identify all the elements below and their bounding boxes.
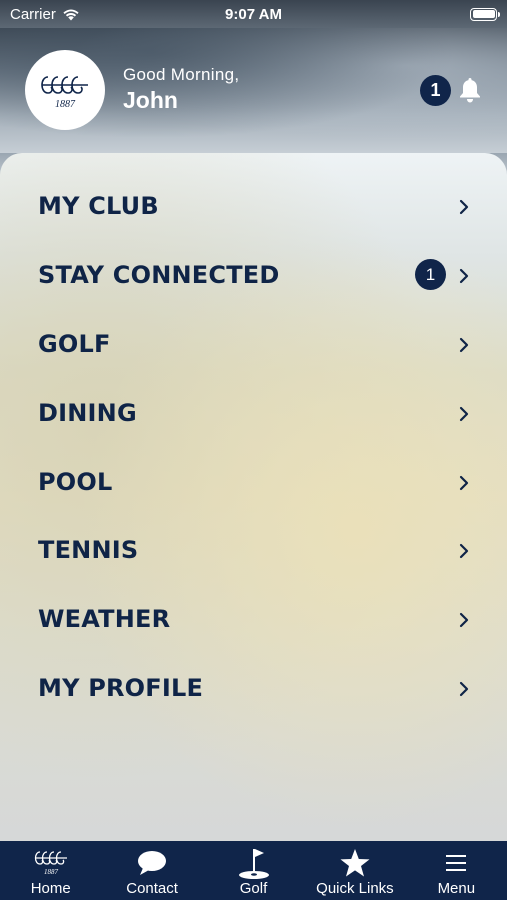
chevron-right-icon (459, 612, 469, 628)
tab-label: Home (30, 880, 71, 897)
menu-item-label: POOL (38, 468, 113, 496)
menu-item-label: TENNIS (38, 536, 139, 564)
chat-bubble-icon (137, 846, 167, 880)
header: 1887 Good Morning, John 1 (0, 28, 507, 153)
status-left: Carrier (10, 6, 80, 23)
svg-text:1887: 1887 (44, 868, 59, 876)
chevron-right-icon (459, 475, 469, 491)
carrier-label: Carrier (10, 5, 56, 23)
tab-contact[interactable]: Contact (101, 841, 202, 900)
menu-item-stay-connected[interactable]: STAY CONNECTED 1 (0, 245, 507, 305)
bell-icon[interactable] (458, 76, 482, 104)
battery-icon (470, 7, 500, 21)
menu-item-golf[interactable]: GOLF (0, 314, 507, 374)
tab-label: Contact (126, 880, 178, 897)
menu-item-label: DINING (38, 399, 137, 427)
menu-item-label: MY PROFILE (38, 674, 204, 702)
club-logo[interactable]: 1887 (25, 50, 105, 130)
club-logo-icon: 1887 (33, 846, 69, 880)
tab-golf[interactable]: Golf (203, 841, 304, 900)
stay-connected-badge: 1 (415, 259, 446, 290)
menu-item-my-club[interactable]: MY CLUB (0, 176, 507, 236)
tab-quick-links[interactable]: Quick Links (304, 841, 405, 900)
tab-home[interactable]: 1887 Home (0, 841, 101, 900)
bottom-tab-bar: 1887 Home Contact Golf Quick Links Menu (0, 841, 507, 900)
chevron-right-icon (459, 406, 469, 422)
menu-item-dining[interactable]: DINING (0, 383, 507, 443)
main-menu-panel: MY CLUB STAY CONNECTED 1 GOLF DINING POO… (0, 153, 507, 841)
menu-item-my-profile[interactable]: MY PROFILE (0, 658, 507, 718)
user-name: John (123, 87, 178, 113)
menu-item-tennis[interactable]: TENNIS (0, 520, 507, 580)
club-monogram-icon (41, 75, 88, 94)
club-year: 1887 (55, 98, 75, 110)
chevron-right-icon (459, 681, 469, 697)
chevron-right-icon (459, 268, 469, 284)
menu-item-weather[interactable]: WEATHER (0, 589, 507, 649)
greeting-text: Good Morning, (123, 65, 240, 84)
wifi-icon (63, 9, 79, 20)
menu-item-label: STAY CONNECTED (38, 261, 280, 289)
chevron-right-icon (459, 199, 469, 215)
menu-item-label: GOLF (38, 330, 111, 358)
golf-flag-icon (237, 846, 271, 880)
star-icon (340, 846, 370, 880)
hamburger-menu-icon (444, 846, 468, 880)
menu-item-pool[interactable]: POOL (0, 452, 507, 512)
tab-label: Golf (239, 880, 268, 897)
menu-item-label: MY CLUB (38, 192, 159, 220)
tab-label: Quick Links (316, 880, 394, 897)
greeting-block: Good Morning, John (123, 65, 239, 114)
chevron-right-icon (459, 543, 469, 559)
status-bar: Carrier 9:07 AM (0, 0, 507, 28)
tab-menu[interactable]: Menu (406, 841, 507, 900)
tab-label: Menu (437, 880, 476, 897)
chevron-right-icon (459, 337, 469, 353)
notification-count-badge[interactable]: 1 (420, 75, 451, 106)
battery-level (472, 10, 495, 18)
menu-item-label: WEATHER (38, 605, 171, 633)
